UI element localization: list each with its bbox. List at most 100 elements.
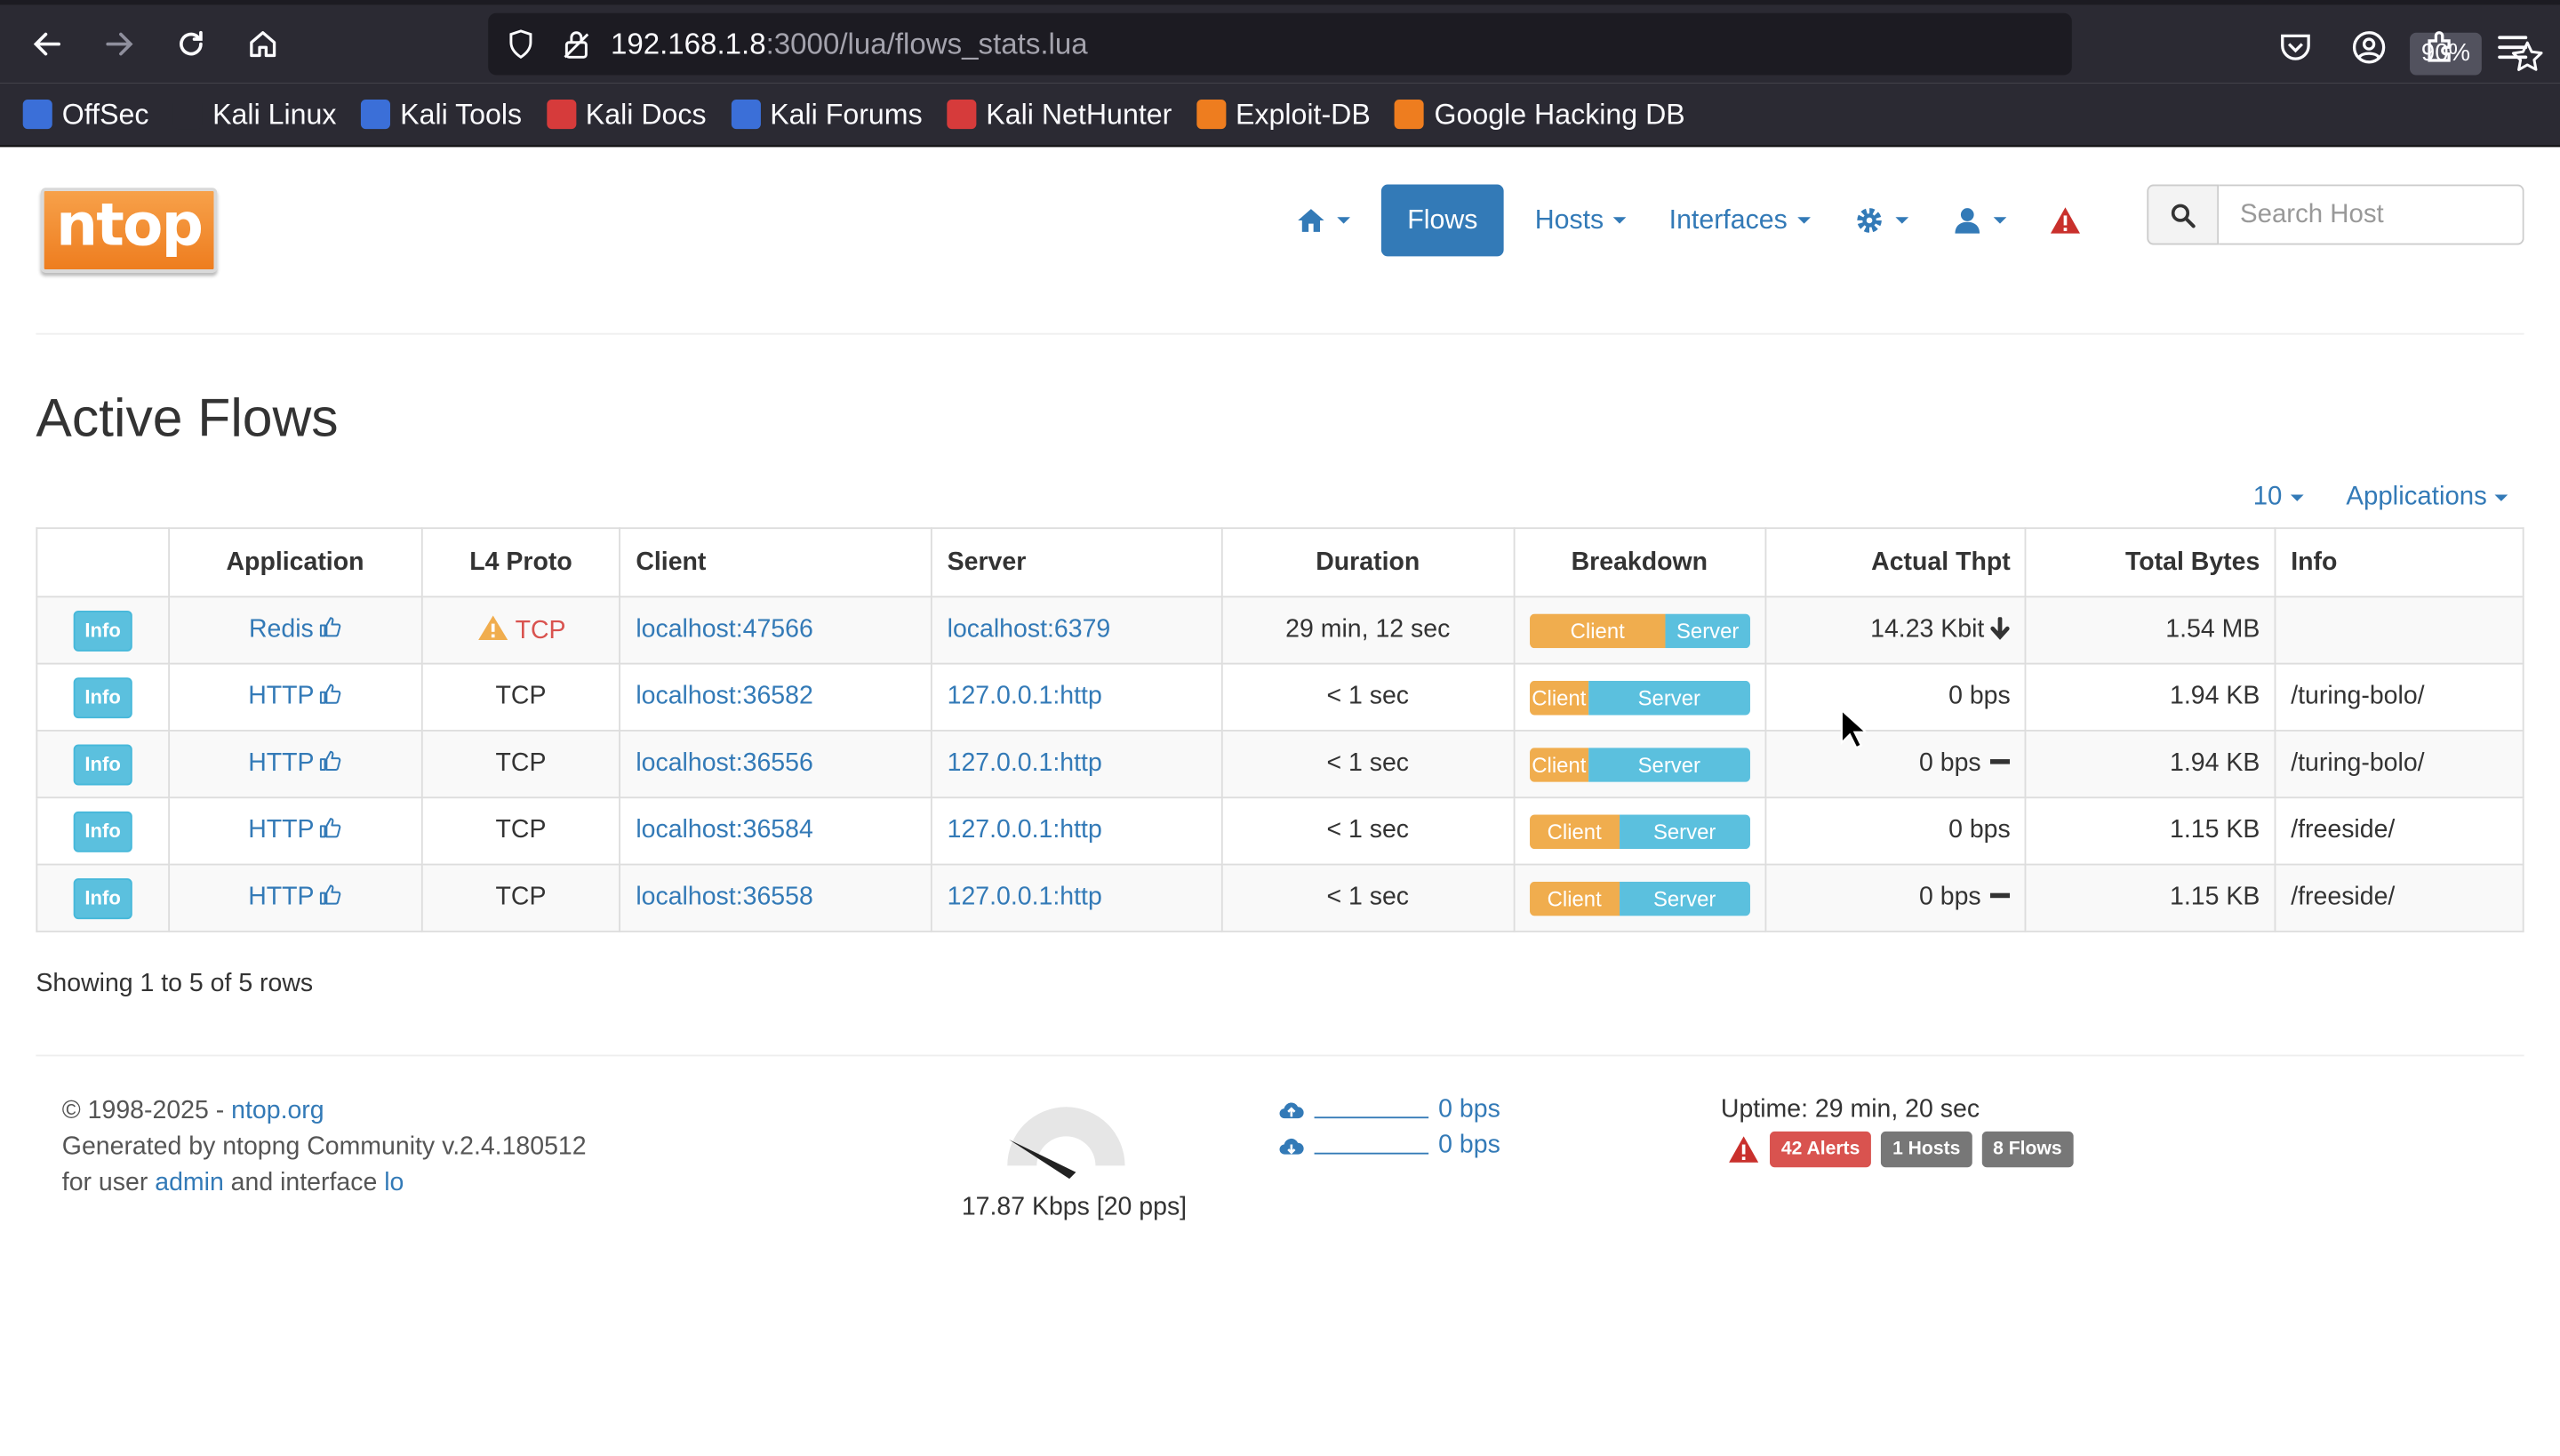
client-host-link[interactable]: localhost (636, 683, 735, 710)
info-button[interactable]: Info (73, 877, 132, 919)
flows-table: Application L4 Proto Client Server Durat… (36, 527, 2524, 932)
account-icon[interactable] (2349, 28, 2388, 67)
url-bar[interactable]: 192.168.1.8:3000/lua/flows_stats.lua 90% (488, 12, 2543, 76)
l4-proto-cell: TCP (420, 662, 621, 732)
server-port-link[interactable]: :http (1052, 816, 1101, 844)
uptime-text: Uptime: 29 min, 20 sec (1720, 1095, 1980, 1124)
column-header[interactable]: Application (167, 527, 423, 598)
rows-per-page-dropdown[interactable]: 10 (2253, 484, 2304, 513)
application-link[interactable]: Redis (249, 615, 314, 643)
ntop-org-link[interactable]: ntop.org (231, 1097, 324, 1124)
info-button[interactable]: Info (73, 676, 132, 718)
info-cell: Info (36, 796, 170, 866)
nav-interfaces-label: Interfaces (1668, 204, 1788, 235)
throughput-cell: 0 bps (1764, 730, 2028, 799)
ntop-logo[interactable]: ntop (40, 188, 218, 273)
info-button[interactable]: Info (73, 610, 132, 651)
column-header[interactable]: L4 Proto (420, 527, 621, 598)
nav-flows[interactable]: Flows (1380, 184, 1504, 257)
server-cell: 127.0.0.1:http (931, 662, 1223, 732)
search-host-input[interactable] (2219, 184, 2524, 245)
menu-icon[interactable] (2493, 28, 2532, 67)
user-link[interactable]: admin (155, 1169, 224, 1196)
info-button[interactable]: Info (73, 743, 132, 785)
forward-icon[interactable] (96, 21, 141, 67)
bookmark-kali-linux[interactable]: Kali Linux (173, 97, 337, 132)
bookmark-kali-forums[interactable]: Kali Forums (731, 97, 923, 132)
url-path: :3000/lua/flows_stats.lua (765, 28, 1088, 60)
application-link[interactable]: HTTP (248, 884, 314, 911)
client-port-link[interactable]: :36558 (736, 884, 813, 911)
server-host-link[interactable]: 127.0.0.1 (948, 683, 1053, 710)
chevron-down-icon (1796, 217, 1811, 224)
nav-settings-dropdown[interactable] (1831, 185, 1929, 257)
nav-user-dropdown[interactable] (1930, 185, 2028, 257)
exploit-db-icon (1196, 100, 1226, 130)
chevron-down-icon (2495, 494, 2508, 501)
url-text[interactable]: 192.168.1.8:3000/lua/flows_stats.lua (611, 28, 1088, 62)
nav-hosts-dropdown[interactable]: Hosts (1514, 185, 1648, 257)
client-port-link[interactable]: :47566 (736, 615, 813, 643)
interface-link[interactable]: lo (384, 1169, 404, 1196)
kali-nethunter-icon (947, 100, 977, 130)
bookmark-kali-docs[interactable]: Kali Docs (546, 97, 707, 132)
alert-triangle-icon[interactable] (1727, 1135, 1760, 1164)
application-link[interactable]: HTTP (248, 816, 314, 844)
client-host-link[interactable]: localhost (636, 816, 735, 844)
l4-proto-cell: TCP (420, 596, 621, 665)
column-header[interactable]: Total Bytes (2025, 527, 2276, 598)
kali-forums-icon (731, 100, 761, 130)
bookmark-exploit-db[interactable]: Exploit-DB (1196, 97, 1371, 132)
bookmark-offsec[interactable]: OffSec (22, 97, 148, 132)
column-header[interactable]: Client (619, 527, 933, 598)
client-host-link[interactable]: localhost (636, 884, 735, 911)
hosts-badge[interactable]: 1 Hosts (1881, 1131, 1972, 1168)
alerts-badge[interactable]: 42 Alerts (1770, 1131, 1872, 1168)
client-host-link[interactable]: localhost (636, 749, 735, 777)
applications-filter-dropdown[interactable]: Applications (2346, 484, 2508, 513)
server-host-link[interactable]: 127.0.0.1 (948, 816, 1053, 844)
column-header[interactable]: Info (2274, 527, 2524, 598)
server-port-link[interactable]: :http (1052, 749, 1101, 777)
application-link[interactable]: HTTP (248, 749, 314, 777)
nav-alerts[interactable] (2028, 185, 2102, 257)
column-header[interactable]: Actual Thpt (1764, 527, 2028, 598)
client-port-link[interactable]: :36582 (736, 683, 813, 710)
breakdown-bar: Client Server (1529, 680, 1750, 715)
l4-proto-value: TCP (495, 749, 547, 778)
home-icon[interactable] (240, 21, 285, 67)
server-host-link[interactable]: 127.0.0.1 (948, 884, 1053, 911)
column-header[interactable]: Server (931, 527, 1223, 598)
info-button[interactable]: Info (73, 810, 132, 852)
server-port-link[interactable]: :http (1052, 884, 1101, 911)
server-port-link[interactable]: :6379 (1047, 615, 1110, 643)
nav-home-dropdown[interactable] (1274, 185, 1372, 257)
flows-badge[interactable]: 8 Flows (1981, 1131, 2074, 1168)
bookmark-kali-tools[interactable]: Kali Tools (361, 97, 522, 132)
pocket-icon[interactable] (2276, 28, 2315, 67)
reload-icon[interactable] (168, 21, 213, 67)
insecure-lock-icon[interactable] (560, 28, 593, 60)
column-header[interactable]: Duration (1220, 527, 1515, 598)
shield-icon[interactable] (505, 28, 538, 60)
server-host-link[interactable]: localhost (948, 615, 1047, 643)
server-host-link[interactable]: 127.0.0.1 (948, 749, 1053, 777)
bookmark-google-hacking-db[interactable]: Google Hacking DB (1395, 97, 1685, 132)
back-icon[interactable] (25, 21, 70, 67)
extensions-icon[interactable] (2421, 28, 2460, 67)
l4-proto-value: TCP (495, 682, 547, 710)
client-host-link[interactable]: localhost (636, 615, 735, 643)
throughput-cell: 0 bps (1764, 796, 2028, 866)
application-link[interactable]: HTTP (248, 683, 314, 710)
client-port-link[interactable]: :36584 (736, 816, 813, 844)
column-header[interactable]: Breakdown (1512, 527, 1766, 598)
bookmark-label: Kali Linux (212, 97, 337, 131)
search-button[interactable] (2147, 184, 2220, 245)
bookmark-kali-nethunter[interactable]: Kali NetHunter (947, 97, 1172, 132)
nav-interfaces-dropdown[interactable]: Interfaces (1648, 185, 1832, 257)
breakdown-cell: Client Server (1512, 596, 1766, 665)
search-icon (2171, 203, 2196, 228)
server-cell: 127.0.0.1:http (931, 796, 1223, 866)
server-port-link[interactable]: :http (1052, 683, 1101, 710)
client-port-link[interactable]: :36556 (736, 749, 813, 777)
